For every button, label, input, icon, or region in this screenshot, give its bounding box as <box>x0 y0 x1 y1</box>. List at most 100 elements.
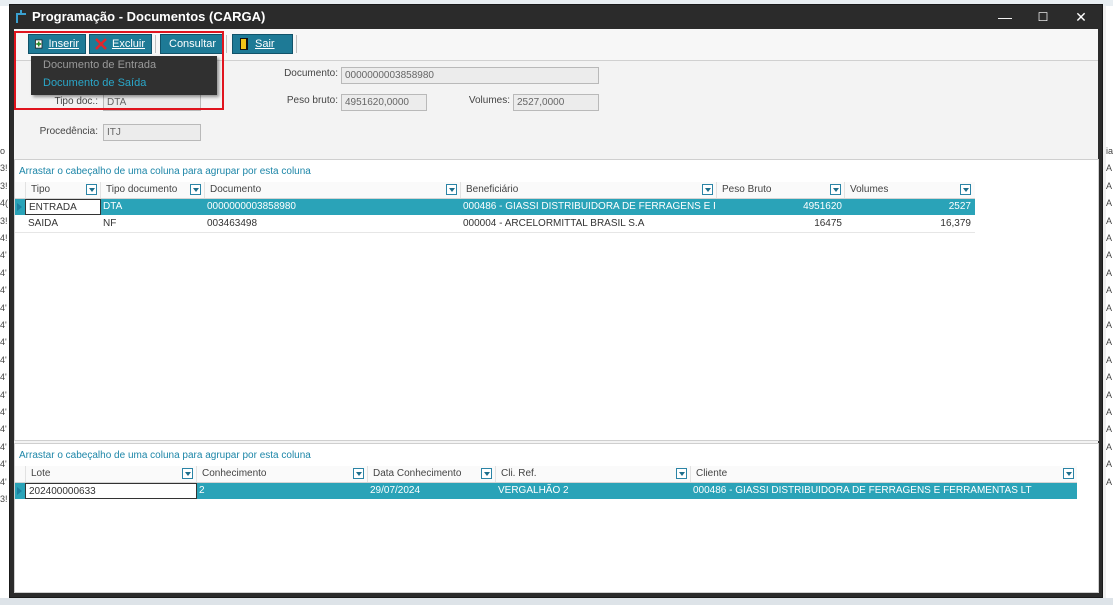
minimize-button[interactable]: — <box>988 5 1022 29</box>
background-text: A <box>1106 389 1113 400</box>
cell-tipo[interactable]: ENTRADA <box>25 199 101 215</box>
maximize-button[interactable]: ☐ <box>1026 5 1060 29</box>
table-row[interactable]: 202400000633 2 29/07/2024 VERGALHÃO 2 00… <box>15 483 1077 499</box>
filter-dropdown-icon[interactable] <box>1063 468 1074 479</box>
documento-field[interactable]: 0000000003858980 <box>341 67 599 84</box>
row-indicator-icon <box>17 203 22 211</box>
filter-dropdown-icon[interactable] <box>702 184 713 195</box>
background-text: ia <box>1106 146 1113 156</box>
cell-data-conhecimento[interactable]: 29/07/2024 <box>370 483 494 499</box>
background-text: 3! <box>0 215 8 226</box>
cell-beneficiario[interactable]: 000486 - GIASSI DISTRIBUIDORA DE FERRAGE… <box>463 199 715 215</box>
documentos-window: Programação - Documentos (CARGA) — ☐ ✕ I… <box>9 4 1103 598</box>
cell-peso-bruto[interactable]: 16475 <box>720 216 842 232</box>
cell-tipo[interactable]: SAIDA <box>28 216 100 232</box>
background-text: A <box>1106 180 1113 191</box>
background-text: A <box>1106 337 1113 348</box>
background-text: 4' <box>0 267 7 278</box>
table-row[interactable]: SAIDA NF 003463498 000004 - ARCELORMITTA… <box>15 216 975 233</box>
column-header-cli-ref[interactable]: Cli. Ref. <box>495 466 690 482</box>
background-text: 4' <box>0 337 7 348</box>
column-header-data-conhecimento[interactable]: Data Conhecimento <box>367 466 495 482</box>
filter-dropdown-icon[interactable] <box>830 184 841 195</box>
background-text: A <box>1106 476 1113 487</box>
column-header-documento[interactable]: Documento <box>204 182 460 198</box>
filter-dropdown-icon[interactable] <box>86 184 97 195</box>
documents-grid-header: Tipo Tipo documento Documento Beneficiár… <box>15 182 975 199</box>
column-header-conhecimento[interactable]: Conhecimento <box>196 466 367 482</box>
close-button[interactable]: ✕ <box>1064 5 1098 29</box>
volumes-label: Volumes: <box>468 95 510 106</box>
filter-dropdown-icon[interactable] <box>446 184 457 195</box>
cell-tipo-documento[interactable]: NF <box>103 216 203 232</box>
background-text: 4' <box>0 459 7 470</box>
filter-dropdown-icon[interactable] <box>353 468 364 479</box>
filter-dropdown-icon[interactable] <box>190 184 201 195</box>
exit-door-icon <box>240 38 248 50</box>
background-text: o <box>0 146 6 156</box>
cell-volumes[interactable]: 16,379 <box>847 216 971 232</box>
background-text: A <box>1106 459 1113 470</box>
column-header-tipo[interactable]: Tipo <box>25 182 100 198</box>
filter-dropdown-icon[interactable] <box>676 468 687 479</box>
cell-tipo-documento[interactable]: DTA <box>103 199 203 215</box>
background-text: 3! <box>0 494 8 504</box>
cell-conhecimento[interactable]: 2 <box>199 483 365 499</box>
cell-beneficiario[interactable]: 000004 - ARCELORMITTAL BRASIL S.A <box>463 216 715 232</box>
window-titlebar[interactable]: Programação - Documentos (CARGA) — ☐ ✕ <box>10 5 1102 29</box>
table-row[interactable]: ENTRADA DTA 0000000003858980 000486 - GI… <box>15 199 975 215</box>
filter-dropdown-icon[interactable] <box>182 468 193 479</box>
column-header-lote[interactable]: Lote <box>25 466 196 482</box>
peso-bruto-label: Peso bruto: <box>286 95 338 106</box>
background-text: 4! <box>0 233 8 243</box>
background-text: A <box>1106 354 1113 365</box>
cell-volumes[interactable]: 2527 <box>847 199 971 215</box>
cell-peso-bruto[interactable]: 4951620 <box>720 199 842 215</box>
volumes-field[interactable]: 2527,0000 <box>513 94 599 111</box>
background-text: 4' <box>0 285 7 296</box>
background-text: A <box>1106 163 1113 174</box>
column-header-beneficiario[interactable]: Beneficiário <box>460 182 716 198</box>
filter-dropdown-icon[interactable] <box>960 184 971 195</box>
background-text: A <box>1106 424 1113 435</box>
toolbar-separator <box>226 35 227 53</box>
cell-documento[interactable]: 0000000003858980 <box>207 199 457 215</box>
background-window-bottom <box>0 598 1113 605</box>
background-text: 4' <box>0 407 7 417</box>
background-text: 4' <box>0 476 7 487</box>
background-text: A <box>1106 372 1113 383</box>
cell-cliente[interactable]: 000486 - GIASSI DISTRIBUIDORA DE FERRAGE… <box>693 483 1075 499</box>
background-text: 4' <box>0 441 7 452</box>
column-header-volumes[interactable]: Volumes <box>844 182 974 198</box>
background-text: 4' <box>0 354 7 365</box>
app-icon <box>16 10 26 23</box>
procedencia-field[interactable]: ITJ <box>103 124 201 141</box>
peso-bruto-field[interactable]: 4951620,0000 <box>341 94 427 111</box>
background-text: 4' <box>0 302 7 313</box>
group-by-hint: Arrastar o cabeçalho de uma coluna para … <box>19 166 311 177</box>
background-text: 3! <box>0 163 8 174</box>
sair-label: Sair <box>255 38 275 50</box>
lotes-grid: Arrastar o cabeçalho de uma coluna para … <box>14 443 1099 593</box>
row-indicator-icon <box>17 487 22 495</box>
documento-label: Documento: <box>284 68 338 79</box>
background-text: 4' <box>0 389 7 400</box>
cell-documento[interactable]: 003463498 <box>207 216 457 232</box>
column-header-tipo-documento[interactable]: Tipo documento <box>100 182 204 198</box>
cell-lote[interactable]: 202400000633 <box>25 483 197 499</box>
cell-cli-ref[interactable]: VERGALHÃO 2 <box>498 483 688 499</box>
column-header-cliente[interactable]: Cliente <box>690 466 1077 482</box>
procedencia-label: Procedência: <box>39 126 98 137</box>
background-text: 4( <box>0 198 9 209</box>
background-text: A <box>1106 441 1113 452</box>
background-text: A <box>1106 233 1113 243</box>
group-by-hint: Arrastar o cabeçalho de uma coluna para … <box>19 450 311 461</box>
documents-grid: Arrastar o cabeçalho de uma coluna para … <box>14 159 1099 441</box>
background-text: A <box>1106 250 1113 261</box>
background-text: A <box>1106 407 1113 417</box>
background-text: A <box>1106 302 1113 313</box>
toolbar-separator <box>296 35 297 53</box>
sair-button[interactable]: Sair <box>232 34 293 54</box>
column-header-peso-bruto[interactable]: Peso Bruto <box>716 182 844 198</box>
filter-dropdown-icon[interactable] <box>481 468 492 479</box>
